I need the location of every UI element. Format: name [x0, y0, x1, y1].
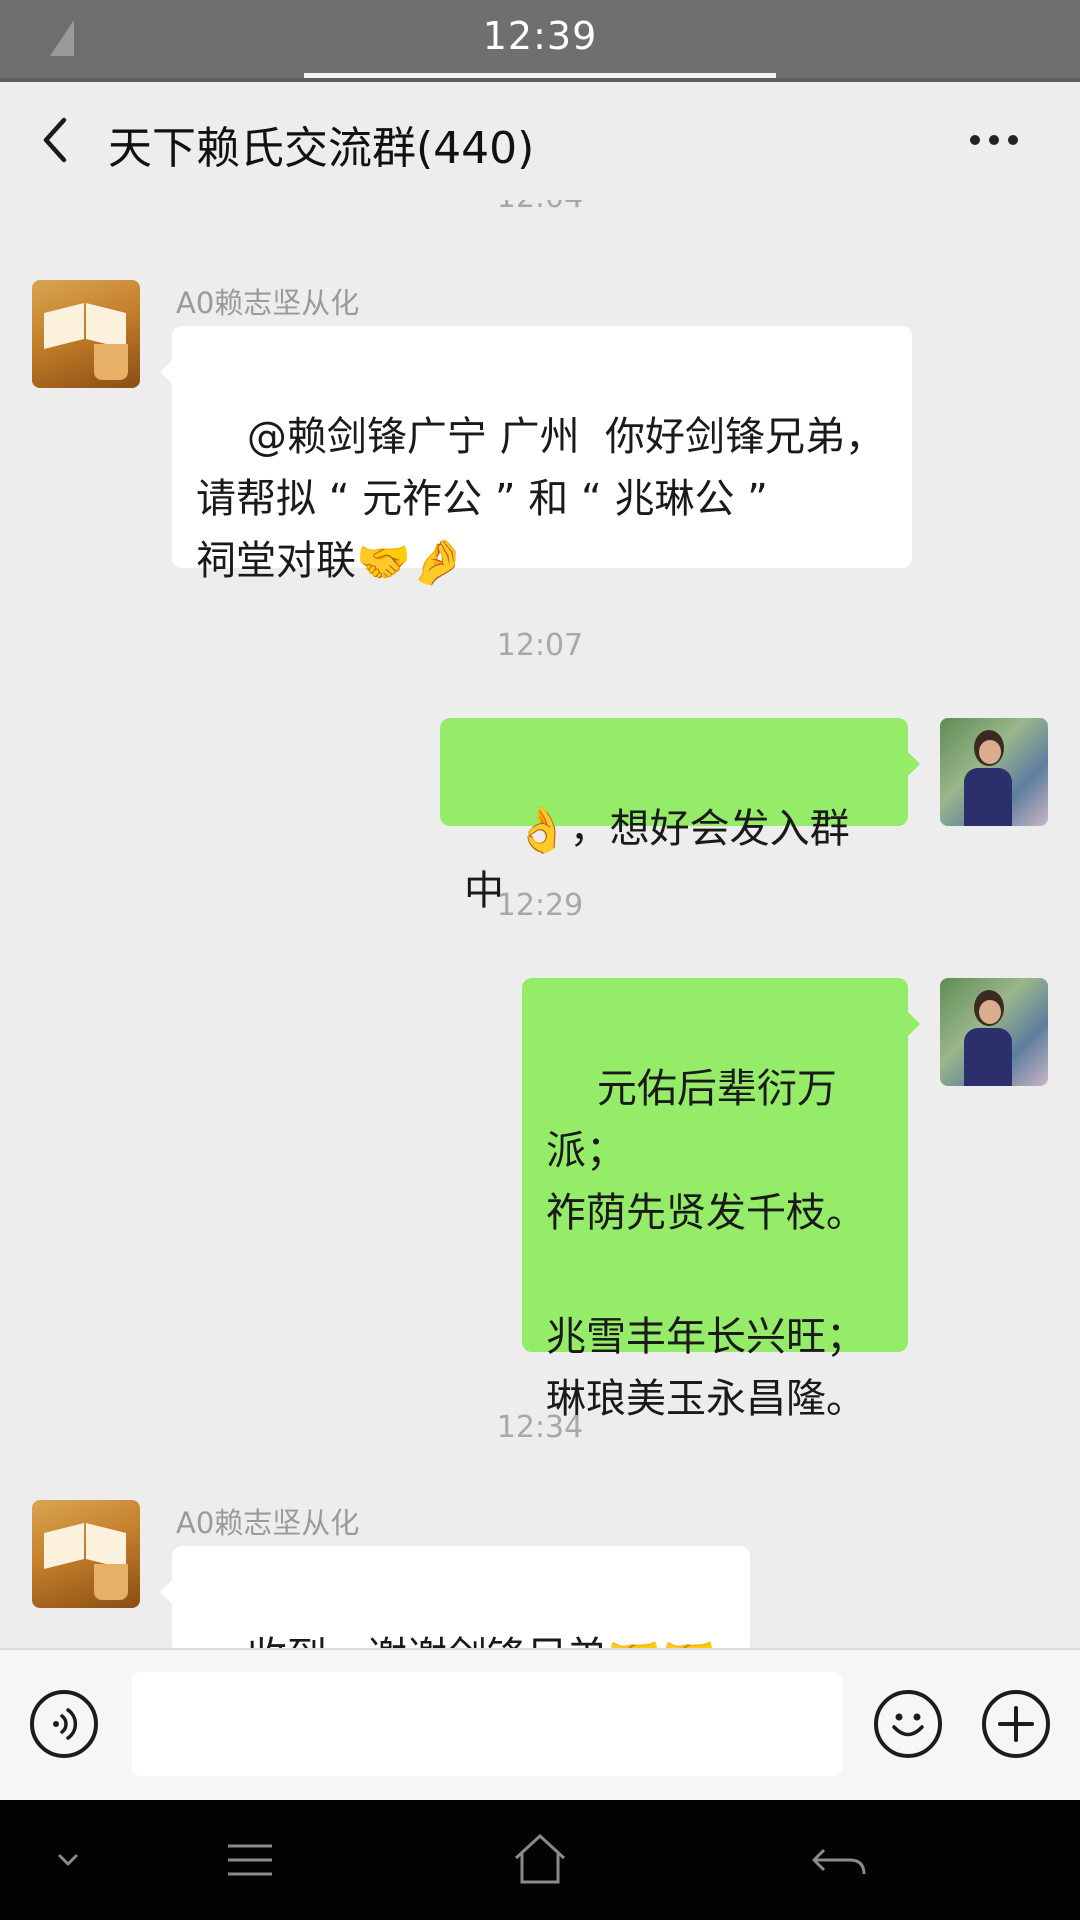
more-dot [1008, 135, 1018, 145]
message-bubble-incoming[interactable]: 收到，谢谢剑锋兄弟🤝🤝 [160, 1546, 750, 1649]
timestamp: 12:07 [496, 628, 584, 663]
sender-name: A0赖志坚从化 [176, 286, 360, 320]
message-text: 收到，谢谢剑锋兄弟 [247, 1634, 607, 1648]
more-dot [989, 135, 999, 145]
sender-name: A0赖志坚从化 [176, 1506, 360, 1540]
my-avatar[interactable] [940, 718, 1048, 826]
handshake-emoji-icon: 🤝 [607, 1637, 662, 1649]
menu-icon [228, 1844, 272, 1876]
more-button[interactable] [970, 130, 1030, 154]
voice-button[interactable] [30, 1690, 98, 1758]
back-button[interactable] [30, 112, 86, 168]
nav-home-button[interactable] [500, 1830, 580, 1890]
chat-header: 天下赖氏交流群(440) [0, 82, 1080, 200]
book-icon [44, 303, 84, 349]
nav-back-button[interactable] [800, 1830, 880, 1890]
system-nav-bar [0, 1800, 1080, 1920]
voice-icon [53, 1708, 78, 1740]
handshake-emoji-icon: 🤝 [356, 537, 411, 588]
smiley-icon [892, 1713, 924, 1737]
ok-hand-emoji-icon: 👌 [514, 805, 570, 856]
plus-icon [998, 1706, 1034, 1742]
input-bar [0, 1648, 1080, 1800]
status-bar: 12:39 [0, 0, 1080, 80]
avatar-body [964, 1028, 1012, 1086]
cup-icon [94, 1564, 128, 1600]
message-text: @赖剑锋广宁 广州 你好剑锋兄弟， 请帮拟 “ 元祚公 ” 和 “ 兆琳公 ” … [196, 414, 886, 584]
message-bubble-incoming[interactable]: @赖剑锋广宁 广州 你好剑锋兄弟， 请帮拟 “ 元祚公 ” 和 “ 兆琳公 ” … [160, 326, 912, 585]
status-time: 12:39 [482, 14, 598, 58]
avatar-face [979, 740, 1001, 764]
chat-title: 天下赖氏交流群(440) [108, 123, 535, 174]
my-avatar[interactable] [940, 978, 1048, 1086]
nav-collapse-button[interactable] [28, 1830, 108, 1890]
message-bubble-outgoing[interactable]: 👌，想好会发入群中 [440, 718, 920, 914]
more-functions-button[interactable] [982, 1690, 1050, 1758]
pinch-emoji-icon: 🤌 [410, 537, 466, 588]
cup-icon [94, 344, 128, 380]
chat-area[interactable]: 12:04 A0赖志坚从化 @赖剑锋广宁 广州 你好剑锋兄弟， 请帮拟 “ 元祚… [0, 200, 1080, 1648]
avatar-face [979, 1000, 1001, 1024]
back-arrow-icon [812, 1848, 866, 1875]
home-icon [514, 1834, 566, 1884]
avatar-body [964, 768, 1012, 826]
book-page [86, 303, 126, 349]
sender-avatar[interactable] [32, 1500, 140, 1608]
chevron-down-icon [58, 1854, 78, 1866]
message-text: 元佑后辈衍万派； 祚荫先贤发千枝。 兆雪丰年长兴旺； 琳琅美玉永昌隆。 [546, 1066, 866, 1422]
more-dots-icon [970, 135, 980, 145]
timestamp: 12:29 [496, 888, 584, 923]
handshake-emoji-icon: 🤝 [662, 1637, 717, 1649]
message-input[interactable] [132, 1672, 842, 1776]
book-page [86, 1523, 126, 1569]
sender-avatar[interactable] [32, 280, 140, 388]
chevron-left-icon [43, 117, 67, 163]
timestamp: 12:04 [0, 200, 1080, 215]
nav-menu-button[interactable] [210, 1830, 290, 1890]
timestamp: 12:34 [496, 1410, 584, 1445]
message-bubble-outgoing[interactable]: 元佑后辈衍万派； 祚荫先贤发千枝。 兆雪丰年长兴旺； 琳琅美玉永昌隆。 [522, 978, 920, 1422]
book-icon [44, 1523, 84, 1569]
emoji-button[interactable] [874, 1690, 942, 1758]
